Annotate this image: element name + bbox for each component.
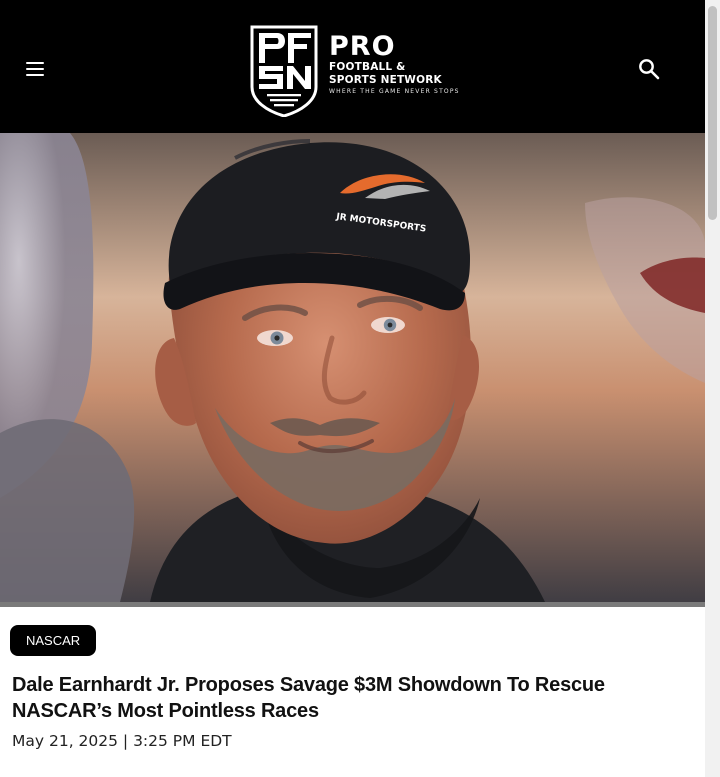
article-date: May 21, 2025 | 3:25 PM EDT — [12, 732, 232, 750]
logo-tagline: WHERE THE GAME NEVER STOPS — [329, 88, 460, 95]
site-logo[interactable]: PRO FOOTBALL & SPORTS NETWORK WHERE THE … — [249, 25, 464, 117]
logo-wordmark: PRO FOOTBALL & SPORTS NETWORK WHERE THE … — [329, 33, 469, 95]
pfsn-shield-logo-mark — [250, 25, 318, 117]
logo-line-1: FOOTBALL & — [329, 61, 406, 73]
category-tag-nascar[interactable]: NASCAR — [10, 625, 97, 656]
vertical-scrollbar[interactable] — [705, 0, 720, 777]
article-headline: Dale Earnhardt Jr. Proposes Savage $3M S… — [12, 674, 605, 722]
page: PRO FOOTBALL & SPORTS NETWORK WHERE THE … — [0, 0, 705, 777]
hero-photo-illustration: JR MOTORSPORTS — [0, 133, 705, 602]
logo-pro-text: PRO — [329, 31, 396, 62]
hero-underline — [0, 602, 705, 607]
hero-image[interactable]: JR MOTORSPORTS — [0, 133, 705, 602]
site-header: PRO FOOTBALL & SPORTS NETWORK WHERE THE … — [0, 0, 705, 133]
search-button[interactable] — [632, 52, 666, 86]
menu-button[interactable] — [20, 50, 50, 86]
scrollbar-thumb[interactable] — [708, 6, 717, 220]
search-icon — [639, 59, 660, 80]
logo-line-2: SPORTS NETWORK — [329, 73, 442, 86]
